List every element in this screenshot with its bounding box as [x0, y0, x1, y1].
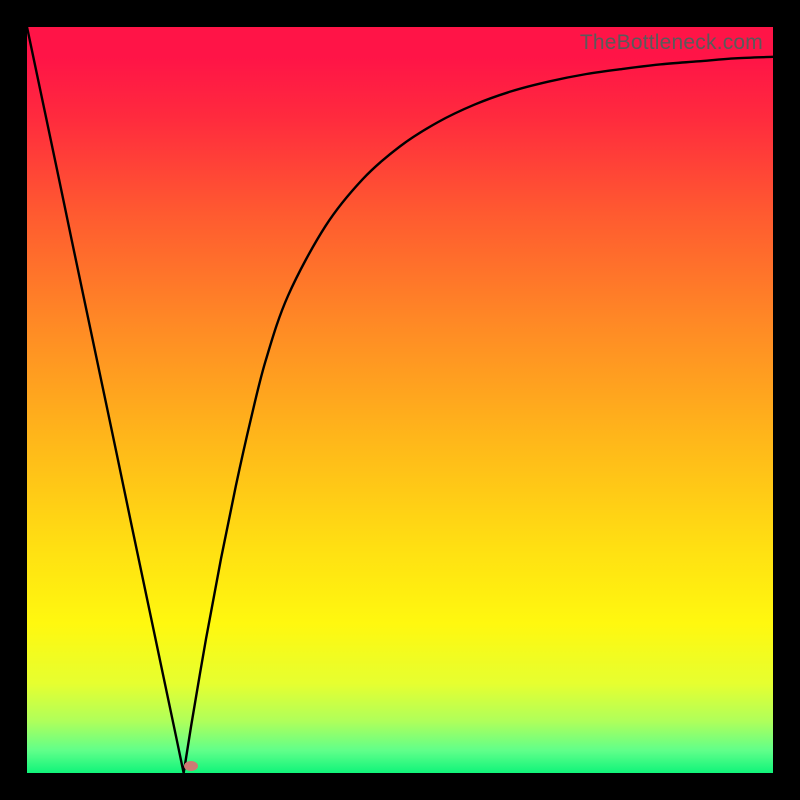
- bottleneck-curve: [27, 27, 773, 773]
- plot-area: TheBottleneck.com: [27, 27, 773, 773]
- optimum-marker: [184, 761, 198, 771]
- chart-frame: TheBottleneck.com: [0, 0, 800, 800]
